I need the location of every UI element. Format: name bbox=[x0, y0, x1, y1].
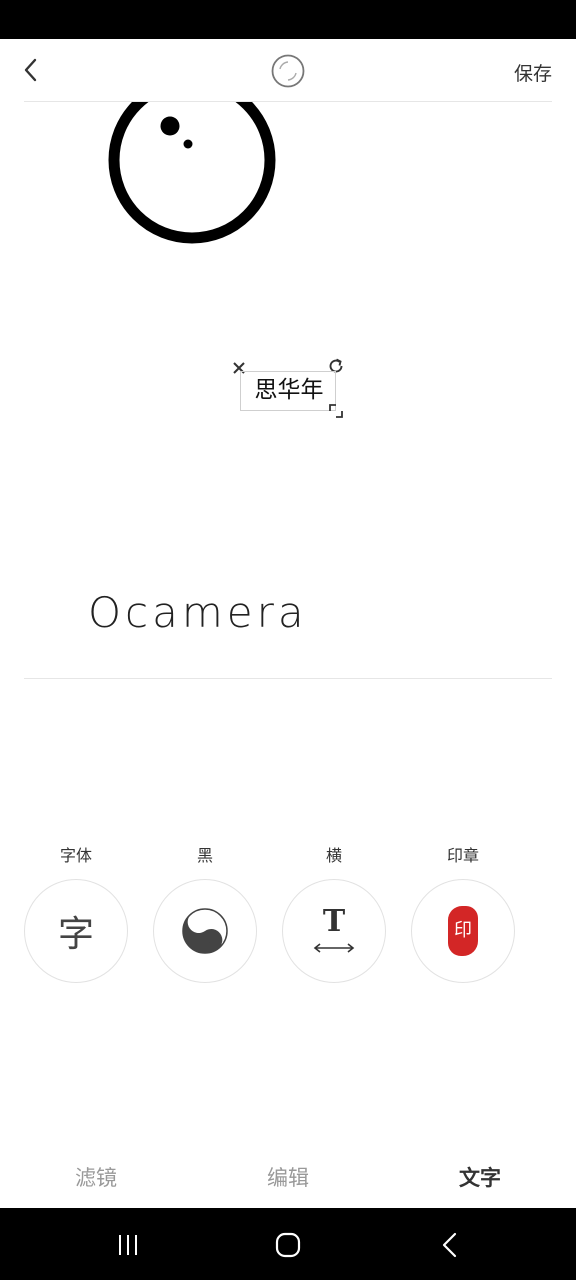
horizontal-text-icon: T bbox=[312, 904, 356, 954]
seal-tool-button[interactable]: 印 bbox=[411, 879, 515, 983]
back-button[interactable] bbox=[14, 53, 48, 87]
resize-icon[interactable] bbox=[327, 402, 345, 420]
photo-canvas[interactable]: 思华年 Ocamera bbox=[0, 102, 576, 678]
camera-logo-icon bbox=[102, 102, 282, 254]
text-sticker-label: 思华年 bbox=[254, 377, 324, 403]
chevron-left-icon bbox=[24, 58, 37, 82]
tab-edit[interactable]: 编辑 bbox=[228, 1162, 348, 1192]
home-icon[interactable] bbox=[271, 1228, 305, 1262]
back-nav-icon[interactable] bbox=[433, 1228, 467, 1262]
t-glyph: T bbox=[322, 904, 346, 939]
red-seal-stamp-icon: 印 bbox=[448, 906, 478, 956]
orientation-tool-button[interactable]: T bbox=[282, 879, 386, 983]
color-tool-button[interactable] bbox=[153, 879, 257, 983]
seal-tool-label: 印章 bbox=[446, 846, 479, 865]
font-tool-label: 字体 bbox=[59, 846, 92, 865]
bottom-tabs: 滤镜 编辑 文字 bbox=[0, 1150, 576, 1206]
recent-apps-icon[interactable] bbox=[111, 1228, 145, 1262]
brand-watermark-text: Ocamera bbox=[88, 588, 308, 637]
font-tool-button[interactable]: 字 bbox=[24, 879, 128, 983]
shutter-ring-icon[interactable] bbox=[270, 53, 306, 89]
tab-filters[interactable]: 滤镜 bbox=[36, 1162, 156, 1192]
yin-yang-icon bbox=[182, 908, 228, 954]
status-bar bbox=[0, 0, 576, 39]
save-button[interactable]: 保存 bbox=[514, 59, 552, 86]
top-bar: 保存 bbox=[0, 39, 576, 101]
tab-text[interactable]: 文字 bbox=[420, 1162, 540, 1192]
color-tool-label: 黑 bbox=[196, 846, 213, 865]
font-character-icon: 字 bbox=[57, 914, 94, 955]
text-sticker-box[interactable]: 思华年 bbox=[240, 371, 336, 411]
canvas-divider bbox=[24, 678, 552, 679]
orientation-tool-label: 横 bbox=[325, 846, 342, 865]
seal-glyph: 印 bbox=[454, 920, 472, 941]
system-nav-bar bbox=[0, 1208, 576, 1280]
